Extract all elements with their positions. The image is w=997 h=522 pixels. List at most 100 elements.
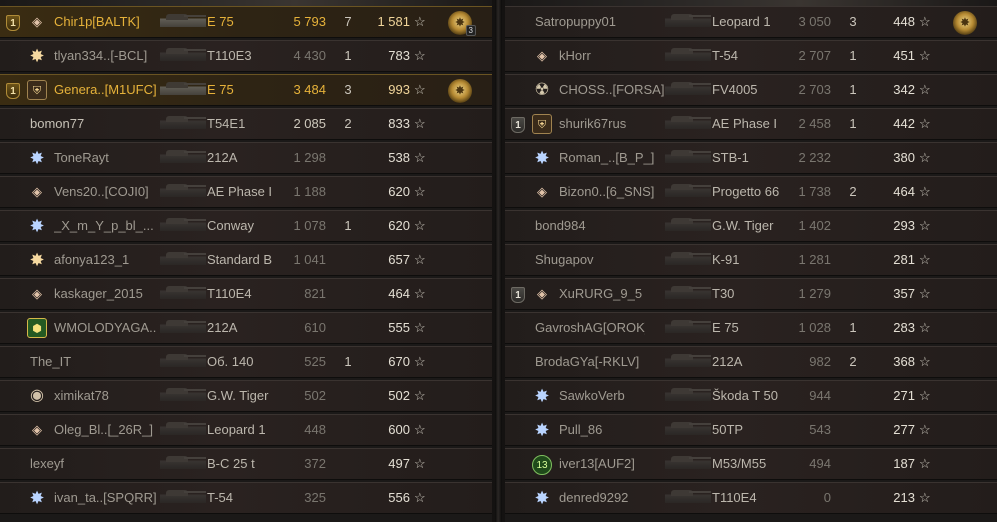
medal-cell[interactable]: ✸ — [953, 7, 979, 37]
player-name[interactable]: tlyan334..[-BCL] — [54, 41, 164, 71]
player-row[interactable]: iver13[AUF2]M53/M55494187☆ — [505, 448, 997, 480]
damage-value: 1 298 — [293, 150, 326, 165]
clan-cell — [27, 245, 49, 275]
player-row[interactable]: ximikat78G.W. Tiger502502☆ — [0, 380, 492, 412]
medal-cell[interactable]: ✸ — [448, 75, 474, 105]
player-name[interactable]: ivan_ta..[SPQRR] — [54, 483, 164, 513]
player-name[interactable]: bond984 — [535, 211, 645, 241]
damage-value: 2 232 — [798, 150, 831, 165]
player-name[interactable]: Roman_..[B_P_] — [559, 143, 669, 173]
player-name[interactable]: WMOLODYAGA.. — [54, 313, 164, 343]
player-name[interactable]: _X_m_Y_p_bl_... — [54, 211, 164, 241]
squad-cell — [6, 143, 24, 173]
player-row[interactable]: afonya123_1Standard B1 041657☆ — [0, 244, 492, 276]
medal-icon[interactable]: ✸ — [448, 79, 472, 103]
player-row[interactable]: CHOSS..[FORSA]FV40052 7031342☆ — [505, 74, 997, 106]
player-row[interactable]: 1Genera..[M1UFC]E 753 4843993☆✸ — [0, 74, 492, 106]
clan-cell — [532, 483, 554, 513]
xp-value: 555 — [388, 320, 410, 335]
player-row[interactable]: Oleg_Bl..[_26R_]Leopard 1448600☆ — [0, 414, 492, 446]
player-name[interactable]: shurik67rus — [559, 109, 669, 139]
kills-value — [843, 381, 863, 411]
player-name[interactable]: Genera..[M1UFC] — [54, 75, 164, 105]
player-row[interactable]: WMOLODYAGA..212A610555☆ — [0, 312, 492, 344]
player-name[interactable]: BrodaGYa[-RKLV] — [535, 347, 645, 377]
player-name[interactable]: kaskager_2015 — [54, 279, 164, 309]
player-name[interactable]: lexeyf — [30, 449, 140, 479]
player-name[interactable]: iver13[AUF2] — [559, 449, 669, 479]
tank-icon — [160, 381, 208, 411]
player-name[interactable]: Chir1p[BALTK] — [54, 7, 164, 37]
star-icon: ☆ — [919, 320, 931, 335]
player-name[interactable]: CHOSS..[FORSA] — [559, 75, 669, 105]
player-name[interactable]: Pull_86 — [559, 415, 669, 445]
clan-diamond-icon — [532, 46, 552, 66]
xp-value: 620 — [388, 218, 410, 233]
player-row[interactable]: lexeyf B-C 25 t 372 497 ☆ — [0, 448, 492, 480]
squad-cell — [6, 415, 24, 445]
player-name[interactable]: ximikat78 — [54, 381, 164, 411]
player-row[interactable]: kaskager_2015T110E4821464☆ — [0, 278, 492, 310]
kills-value — [338, 143, 358, 173]
player-row[interactable]: ToneRayt212A1 298538☆ — [0, 142, 492, 174]
player-row[interactable]: denred9292T110E40213☆ — [505, 482, 997, 514]
player-row[interactable]: bond984 G.W. Tiger 1 402 293 ☆ — [505, 210, 997, 242]
player-row[interactable]: GavroshAG[OROK] E 75 1 028 1 283 ☆ — [505, 312, 997, 344]
tank-silhouette-icon — [665, 44, 711, 68]
player-row[interactable]: Vens20..[COJI0]AE Phase I1 188620☆ — [0, 176, 492, 208]
player-name[interactable]: Satropuppy01 — [535, 7, 645, 37]
player-row[interactable]: Bizon0..[6_SNS]Progetto 661 7382464☆ — [505, 176, 997, 208]
tank-icon — [665, 347, 713, 377]
xp-value: 1 581 — [377, 14, 410, 29]
player-row[interactable]: 1shurik67rusAE Phase I2 4581442☆ — [505, 108, 997, 140]
player-row[interactable]: ivan_ta..[SPQRR]T-54325556☆ — [0, 482, 492, 514]
player-name[interactable]: kHorr — [559, 41, 669, 71]
player-name[interactable]: Oleg_Bl..[_26R_] — [54, 415, 164, 445]
medal-cell[interactable]: ✸ 3 — [448, 7, 476, 37]
tank-icon — [665, 109, 713, 139]
player-row[interactable]: Satropuppy01 Leopard 13 050 3 448 ☆ ✸ — [505, 6, 997, 38]
squad-cell — [6, 109, 24, 139]
player-row[interactable]: BrodaGYa[-RKLV] 212A 982 2 368 ☆ — [505, 346, 997, 378]
player-row[interactable]: 1XuRURG_9_5T301 279357☆ — [505, 278, 997, 310]
damage-value: 1 281 — [798, 252, 831, 267]
kills-value — [843, 449, 863, 479]
squad-cell — [511, 415, 529, 445]
squad-badge: 1 — [6, 83, 20, 99]
clan-starblue-icon — [27, 148, 47, 168]
player-name[interactable]: The_IT — [30, 347, 140, 377]
clan-starblue-icon — [532, 386, 552, 406]
player-name[interactable]: Vens20..[COJI0] — [54, 177, 164, 207]
tank-silhouette-icon — [160, 316, 206, 340]
tank-silhouette-icon — [160, 384, 206, 408]
kills-value — [843, 211, 863, 241]
player-row[interactable]: bomon77 T54E1 2 085 2 833 ☆ — [0, 108, 492, 140]
xp-value: 281 — [893, 252, 915, 267]
tank-silhouette-icon — [160, 486, 206, 510]
tank-icon — [160, 313, 208, 343]
player-row[interactable]: tlyan334..[-BCL]T110E34 4301783☆ — [0, 40, 492, 72]
player-row[interactable]: The_IT Об. 140 525 1 670 ☆ — [0, 346, 492, 378]
player-row[interactable]: SawkoVerbŠkoda T 50944271☆ — [505, 380, 997, 412]
squad-cell: 1 — [511, 279, 529, 309]
player-name[interactable]: ToneRayt — [54, 143, 164, 173]
player-name[interactable]: bomon77 — [30, 109, 140, 139]
player-name[interactable]: XuRURG_9_5 — [559, 279, 669, 309]
player-row[interactable]: Roman_..[B_P_]STB-12 232380☆ — [505, 142, 997, 174]
player-row[interactable]: 1Chir1p[BALTK]E 755 79371 581☆✸3 — [0, 6, 492, 38]
player-name[interactable]: afonya123_1 — [54, 245, 164, 275]
star-icon: ☆ — [919, 286, 931, 301]
tank-icon — [665, 245, 713, 275]
player-row[interactable]: kHorrT-542 7071451☆ — [505, 40, 997, 72]
player-name[interactable]: Shugapov — [535, 245, 645, 275]
player-row[interactable]: Shugapov K-91 1 281 281 ☆ — [505, 244, 997, 276]
player-name[interactable]: SawkoVerb — [559, 381, 669, 411]
medal-icon[interactable]: ✸ — [953, 11, 977, 35]
player-name[interactable]: denred9292 — [559, 483, 669, 513]
medal-icon[interactable]: ✸ 3 — [448, 11, 476, 36]
player-row[interactable]: _X_m_Y_p_bl_...Conway1 0781620☆ — [0, 210, 492, 242]
player-name[interactable]: Bizon0..[6_SNS] — [559, 177, 669, 207]
player-name[interactable]: GavroshAG[OROK] — [535, 313, 645, 343]
tank-silhouette-icon — [160, 78, 206, 102]
player-row[interactable]: Pull_8650TP543277☆ — [505, 414, 997, 446]
